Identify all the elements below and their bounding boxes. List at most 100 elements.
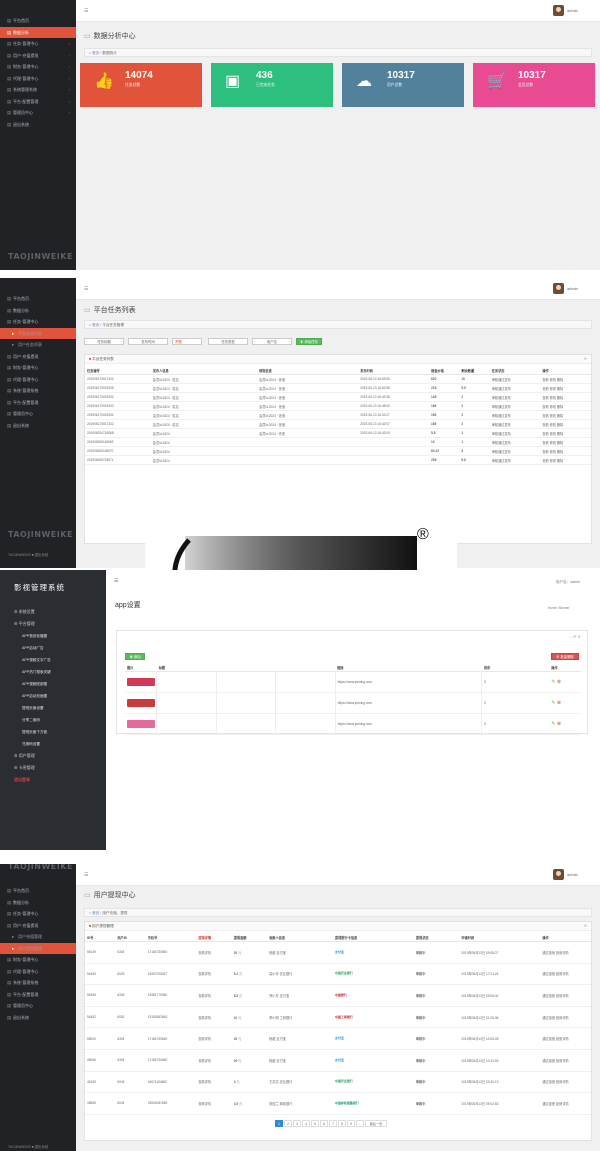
user-menu[interactable]: 用户名：admin [556,580,580,585]
username[interactable]: admin [567,286,578,291]
sidebar-item[interactable]: 提现页面下方链 [0,726,106,738]
sidebar-item[interactable]: ▤ 管理员中心 [0,1000,76,1012]
sidebar-item[interactable]: ▤ 用户·充值提现 [0,351,76,363]
filter-2[interactable]: 发布时间 [128,338,168,345]
refresh-icon[interactable]: ⟳ [584,922,587,931]
menu-toggle-icon[interactable]: ☰ [114,578,118,584]
add-banner-button[interactable]: ✚ 添加 [125,653,145,660]
sidebar-item[interactable]: 兑换码设置 [0,738,106,750]
row-actions[interactable]: 查看 修改 删除 [540,383,591,393]
delete-icon[interactable]: ⊗ [557,721,561,727]
menu-toggle-icon[interactable]: ☰ [84,872,88,878]
username[interactable]: admin [567,872,578,877]
sidebar-item[interactable]: APP启动页面图 [0,690,106,702]
row-actions[interactable]: 通过拒绝 拒绝详情 [540,1049,591,1072]
detail-link[interactable]: 查看详情 [196,984,232,1007]
sidebar-item[interactable]: ▸ 平台任务列表 [0,327,76,339]
sidebar-item[interactable]: ▤ 系统·管理系统 [0,385,76,397]
breadcrumb-home[interactable]: 首页 [92,323,99,327]
sidebar-item[interactable]: ▤ 任务·管理中心 [0,908,76,920]
detail-link[interactable]: 查看详情 [196,1092,232,1115]
sidebar-item[interactable]: ▤ 退出系统 [0,119,76,131]
row-actions[interactable]: 通过拒绝 拒绝详情 [540,1092,591,1115]
sidebar-item[interactable]: APP启动广告 [0,642,106,654]
page-button[interactable]: 9 [347,1120,355,1127]
page-button[interactable]: 8 [338,1120,346,1127]
sidebar-item[interactable]: ▤ 代理·管理中心 ‹ [0,73,76,85]
page-button[interactable]: 5 [311,1120,319,1127]
refresh-icon[interactable]: ⟳ [584,355,587,364]
page-button[interactable]: 4 [302,1120,310,1127]
row-actions[interactable]: 查看 修改 删除 [540,419,591,429]
stat-card[interactable]: 🛒 10317 会员总数 [473,63,595,107]
sidebar-item[interactable]: ▸ 用户充值管理 [0,931,76,943]
menu-toggle-icon[interactable]: ☰ [84,286,88,292]
detail-link[interactable]: 查看详情 [196,941,232,964]
filter-1[interactable]: 任务标题 [84,338,124,345]
sidebar-item[interactable]: APP热门搜索关键 [0,666,106,678]
page-button[interactable]: 6 [320,1120,328,1127]
sidebar-item[interactable]: ▸ 用户任务列表 [0,339,76,351]
avatar[interactable] [553,5,564,16]
delete-icon[interactable]: ⊗ [557,700,561,706]
sidebar-item[interactable]: ⚙ 用户管理 [0,750,106,762]
filter-4[interactable]: 任务类型 [208,338,248,345]
sidebar-item[interactable]: ▤ 代理·管理中心 [0,374,76,386]
filter-3[interactable]: 不限 [172,338,202,345]
row-actions[interactable]: 通过拒绝 拒绝详情 [540,1006,591,1029]
bulk-delete-button[interactable]: ⊗ 批量删除 [551,653,579,660]
sidebar-item[interactable]: APP首页轮播图 [0,630,106,642]
delete-icon[interactable]: ⊗ [557,679,561,685]
menu-toggle-icon[interactable]: ☰ [84,8,88,14]
row-actions[interactable]: 查看 修改 删除 [540,428,591,438]
card-tools-icon[interactable]: – ⟳ ✕ [570,634,581,639]
page-button[interactable]: 1 [275,1120,283,1127]
sidebar-item[interactable]: ▤ 系统管理系统 ‹ [0,84,76,96]
sidebar-item[interactable]: 提现页面设置 [0,702,106,714]
row-actions[interactable]: 通过拒绝 拒绝详情 [540,941,591,964]
sidebar-item[interactable]: ▤ 数据分析 [0,305,76,317]
row-actions[interactable]: 通过拒绝 拒绝详情 [540,984,591,1007]
row-actions[interactable]: 通过拒绝 拒绝详情 [540,1027,591,1050]
page-button[interactable]: 2 [284,1120,292,1127]
row-actions[interactable]: 查看 修改 删除 [540,437,591,447]
sidebar-item[interactable]: ▤ 数据分析 [0,897,76,909]
sidebar-item[interactable]: ▤ 平台首页 [0,885,76,897]
detail-link[interactable]: 查看详情 [196,963,232,986]
sidebar-item[interactable]: ▤ 用户·充值提现 ‹ [0,50,76,62]
sidebar-item[interactable]: ⚙ 卡密管理 [0,762,106,774]
sidebar-item[interactable]: 分享二维码 [0,714,106,726]
sidebar-item[interactable]: ▸ 用户提现管理 [0,942,76,954]
row-actions[interactable]: 查看 修改 删除 [540,410,591,420]
stat-card[interactable]: ☁ 10317 用户总数 [342,63,464,107]
row-actions[interactable]: 查看 修改 删除 [540,401,591,411]
username[interactable]: admin [567,8,578,13]
sidebar-item[interactable]: ▤ 任务·管理中心 ‹ [0,38,76,50]
sidebar-item[interactable]: ▤ 平台·配置管理 [0,397,76,409]
stat-card[interactable]: 👍 14074 任务总数 [80,63,202,107]
sidebar-item[interactable]: ▤ 管理员中心 ‹ [0,107,76,119]
sidebar-item[interactable]: ▤ 管理员中心 [0,408,76,420]
sidebar-item[interactable]: ▤ 平台首页 [0,15,76,27]
breadcrumb-home[interactable]: 首页 [92,911,99,915]
sidebar-item[interactable]: ▤ 平台首页 [0,293,76,305]
page-button[interactable]: 3 [293,1120,301,1127]
sidebar-item[interactable]: 退出登录 [0,774,106,786]
detail-link[interactable]: 查看详情 [196,1071,232,1094]
sidebar-item[interactable]: ▤ 平台·配置管理 [0,989,76,1001]
sidebar-item[interactable]: ▤ 退出系统 [0,1012,76,1024]
sidebar-item[interactable]: ▤ 财务·管理中心 ‹ [0,61,76,73]
sidebar-item[interactable]: APP视频文字广告 [0,654,106,666]
page-button[interactable]: ... [356,1120,364,1127]
avatar[interactable] [553,869,564,880]
sidebar-item[interactable]: ⚙ 平台管理 [0,618,106,630]
detail-link[interactable]: 查看详情 [196,1027,232,1050]
detail-link[interactable]: 查看详情 [196,1006,232,1029]
breadcrumb-home[interactable]: 首页 [92,51,99,55]
sidebar-item[interactable]: ▤ 用户·充值提现 [0,920,76,932]
stat-card[interactable]: ▣ 436 已完成任务 [211,63,333,107]
row-actions[interactable]: 查看 修改 删除 [540,446,591,456]
filter-5[interactable]: 用户名 [252,338,292,345]
sidebar-item[interactable]: ▤ 退出系统 [0,420,76,432]
row-actions[interactable]: 查看 修改 删除 [540,455,591,465]
